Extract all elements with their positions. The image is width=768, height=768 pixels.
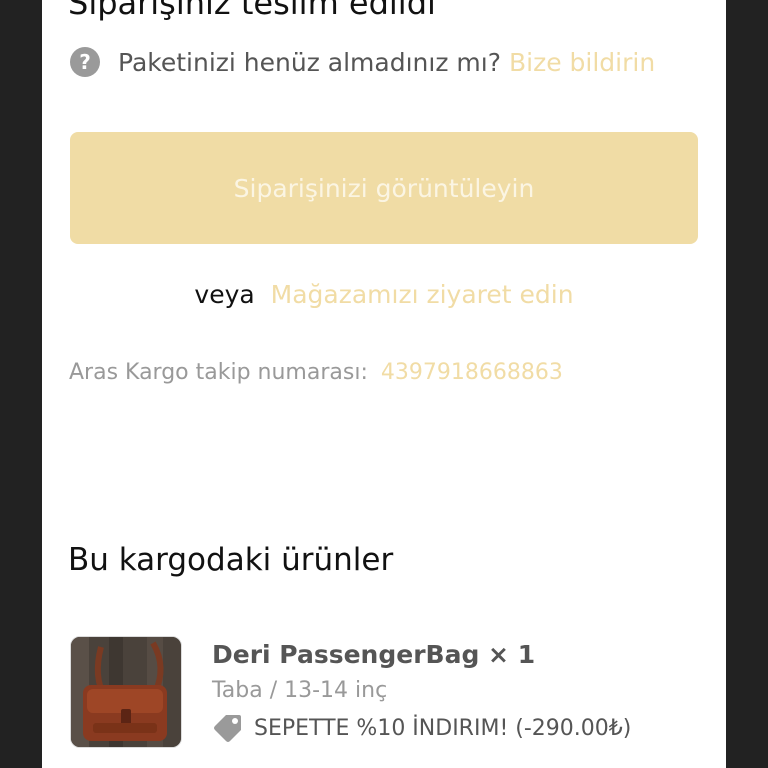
report-link[interactable]: Bize bildirin (509, 48, 655, 77)
help-question: Paketinizi henüz almadınız mı? (118, 47, 501, 77)
product-discount: SEPETTE %10 İNDIRIM! (-290.00₺) (212, 712, 631, 744)
tracking-number-link[interactable]: 4397918668863 (381, 360, 563, 385)
question-circle-icon: ? (70, 47, 100, 77)
or-label: veya (194, 280, 255, 309)
alternative-row: veya Mağazamızı ziyaret edin (42, 280, 726, 309)
help-row: ? Paketinizi henüz almadınız mı? Bize bi… (70, 44, 655, 80)
price-tag-icon (214, 715, 241, 742)
tracking-label: Aras Kargo takip numarası: (69, 360, 368, 385)
visit-store-link[interactable]: Mağazamızı ziyaret edin (271, 280, 574, 309)
product-thumbnail (70, 636, 182, 748)
view-order-button[interactable]: Siparişinizi görüntüleyin (70, 132, 698, 244)
discount-label: SEPETTE %10 İNDIRIM! (-290.00₺) (254, 715, 632, 741)
status-heading: Siparişiniz teslim edildi (68, 0, 436, 22)
order-status-card: Siparişiniz teslim edildi ? Paketinizi h… (42, 0, 726, 768)
product-variant: Taba / 13-14 inç (212, 678, 388, 703)
product-item: Deri PassengerBag × 1 Taba / 13-14 inç S… (70, 636, 710, 748)
tracking-info: Aras Kargo takip numarası: 4397918668863 (69, 360, 563, 385)
product-name: Deri PassengerBag × 1 (212, 640, 536, 669)
shipment-items-title: Bu kargodaki ürünler (68, 542, 394, 578)
